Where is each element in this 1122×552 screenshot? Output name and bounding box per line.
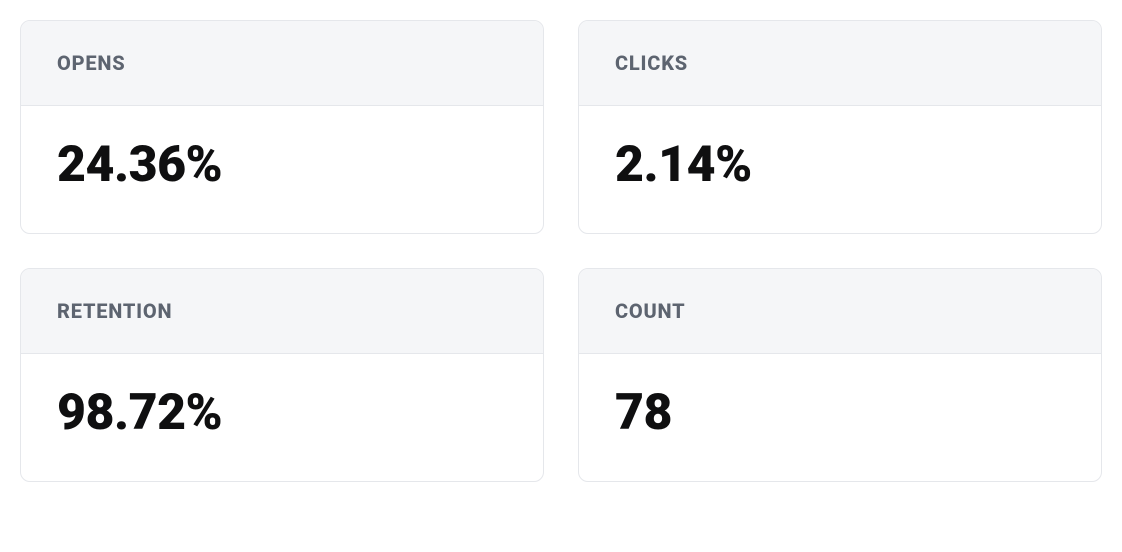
stat-card-opens: OPENS 24.36% [20, 20, 544, 234]
stat-card-body: 2.14% [579, 106, 1101, 233]
stat-card-body: 24.36% [21, 106, 543, 233]
stat-card-clicks: CLICKS 2.14% [578, 20, 1102, 234]
stat-card-count: COUNT 78 [578, 268, 1102, 482]
stat-label-opens: OPENS [57, 51, 507, 75]
stat-value-count: 78 [615, 386, 1065, 441]
stat-card-header: RETENTION [21, 269, 543, 354]
stat-card-header: COUNT [579, 269, 1101, 354]
stat-card-retention: RETENTION 98.72% [20, 268, 544, 482]
stat-value-retention: 98.72% [57, 386, 507, 441]
stat-card-header: OPENS [21, 21, 543, 106]
stat-value-clicks: 2.14% [615, 138, 1065, 193]
stat-value-opens: 24.36% [57, 138, 507, 193]
stat-card-body: 98.72% [21, 354, 543, 481]
stat-label-retention: RETENTION [57, 299, 507, 323]
stats-grid: OPENS 24.36% CLICKS 2.14% RETENTION 98.7… [20, 20, 1102, 482]
stat-label-clicks: CLICKS [615, 51, 1065, 75]
stat-card-body: 78 [579, 354, 1101, 481]
stat-card-header: CLICKS [579, 21, 1101, 106]
stat-label-count: COUNT [615, 299, 1065, 323]
